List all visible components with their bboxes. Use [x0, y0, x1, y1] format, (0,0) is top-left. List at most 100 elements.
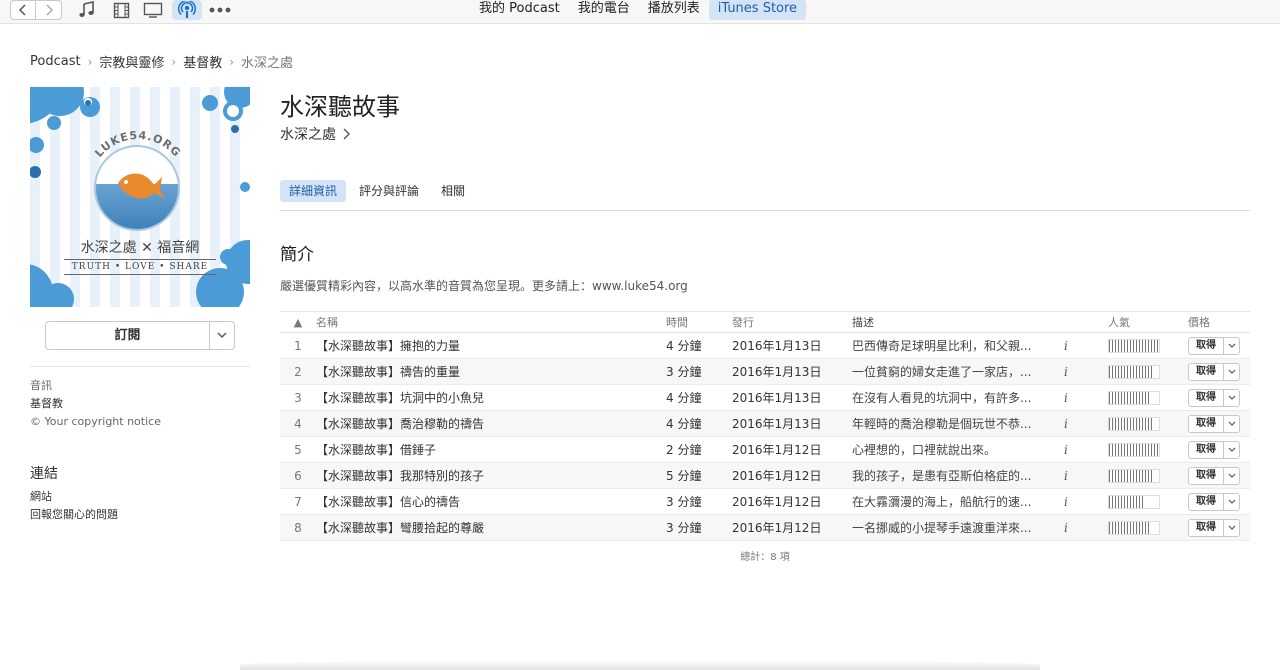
get-button[interactable]: 取得	[1188, 466, 1240, 485]
breadcrumb-item-christianity[interactable]: 基督教	[183, 52, 222, 71]
chevron-right-icon: ›	[87, 54, 93, 69]
info-icon[interactable]: i	[1058, 495, 1068, 509]
tab-my-podcasts[interactable]: 我的 Podcast	[470, 0, 569, 20]
artist-link[interactable]: 水深之處	[280, 124, 350, 144]
popularity-fill	[1109, 469, 1154, 482]
header-name[interactable]: 名稱	[316, 311, 666, 333]
subscribe-button[interactable]: 訂閱	[45, 321, 235, 350]
breadcrumb: Podcast › 宗教與靈修 › 基督教 › 水深之處	[30, 52, 293, 71]
get-dropdown[interactable]	[1223, 389, 1239, 406]
forward-button[interactable]	[36, 0, 62, 20]
popularity-fill	[1109, 443, 1159, 456]
forward-arrow-icon	[45, 4, 53, 16]
podcasts-button[interactable]	[172, 0, 202, 20]
header-description[interactable]: 描述	[852, 311, 1058, 333]
intro-text: 嚴選優質精彩內容，以高水準的音質為您呈現。更多請上：www.luke54.org	[280, 279, 688, 293]
get-button[interactable]: 取得	[1188, 336, 1240, 355]
get-dropdown[interactable]	[1223, 363, 1239, 380]
header-date[interactable]: 發行	[732, 311, 852, 333]
table-row[interactable]: 7 【水深聽故事】信心的禱告 3 分鐘 2016年1月12日 在大霧瀰漫的海上，船航行的…	[280, 488, 1250, 515]
episode-name[interactable]: 【水深聽故事】信心的禱告	[316, 488, 666, 515]
table-row[interactable]: 1 【水深聽故事】擁抱的力量 4 分鐘 2016年1月13日 巴西傳奇足球明星比利，和父…	[280, 332, 1250, 359]
info-icon[interactable]: i	[1058, 521, 1068, 535]
table-row[interactable]: 4 【水深聽故事】喬治穆勒的禱告 4 分鐘 2016年1月13日 年輕時的喬治穆勒是個玩…	[280, 410, 1250, 437]
get-button[interactable]: 取得	[1188, 388, 1240, 407]
sidebar-links: 網站 回報您關心的問題	[30, 488, 118, 524]
info-category[interactable]: 基督教	[30, 395, 161, 413]
info-icon[interactable]: i	[1058, 417, 1068, 431]
get-button[interactable]: 取得	[1188, 518, 1240, 537]
episode-name[interactable]: 【水深聽故事】喬治穆勒的禱告	[316, 410, 666, 437]
episode-description: 在大霧瀰漫的海上，船航行的速...	[852, 488, 1058, 515]
get-dropdown[interactable]	[1223, 467, 1239, 484]
popularity-bar	[1108, 520, 1160, 535]
tv-button[interactable]	[142, 0, 164, 20]
tab-details[interactable]: 詳細資訊	[280, 180, 347, 202]
popularity-fill	[1109, 391, 1149, 404]
header-time[interactable]: 時間	[666, 311, 732, 333]
get-dropdown[interactable]	[1223, 415, 1239, 432]
table-row[interactable]: 3 【水深聽故事】坑洞中的小魚兒 4 分鐘 2016年1月13日 在沒有人看見的坑洞中，…	[280, 384, 1250, 411]
popularity-fill	[1109, 339, 1159, 352]
get-dropdown[interactable]	[1223, 441, 1239, 458]
episode-name[interactable]: 【水深聽故事】我那特別的孩子	[316, 462, 666, 489]
header-price[interactable]: 價格	[1188, 311, 1250, 333]
tab-playlists[interactable]: 播放列表	[639, 0, 709, 20]
episode-number: 3	[280, 384, 316, 411]
get-dropdown[interactable]	[1223, 493, 1239, 510]
episode-name[interactable]: 【水深聽故事】彎腰拾起的尊嚴	[316, 514, 666, 541]
get-button[interactable]: 取得	[1188, 492, 1240, 511]
info-icon[interactable]: i	[1058, 469, 1068, 483]
table-row[interactable]: 2 【水深聽故事】禱告的重量 3 分鐘 2016年1月13日 一位貧窮的婦女走進了一家店…	[280, 358, 1250, 385]
episode-duration: 4 分鐘	[666, 384, 732, 411]
episode-duration: 2 分鐘	[666, 436, 732, 463]
info-icon[interactable]: i	[1058, 391, 1068, 405]
header-popularity[interactable]: 人氣	[1108, 311, 1188, 333]
back-button[interactable]	[10, 0, 36, 20]
tv-icon	[143, 2, 163, 18]
sort-ascending-icon[interactable]: ▲	[280, 311, 316, 333]
get-button[interactable]: 取得	[1188, 440, 1240, 459]
info-icon[interactable]: i	[1058, 365, 1068, 379]
episode-name[interactable]: 【水深聽故事】擁抱的力量	[316, 332, 666, 359]
link-website[interactable]: 網站	[30, 488, 118, 506]
tab-ratings-reviews[interactable]: 評分與評論	[350, 180, 428, 202]
sidebar-info: 音訊 基督教 © Your copyright notice	[30, 377, 161, 431]
tab-related[interactable]: 相關	[432, 180, 474, 202]
movies-button[interactable]	[110, 0, 132, 20]
get-dropdown[interactable]	[1223, 337, 1239, 354]
breadcrumb-item-podcast[interactable]: Podcast	[30, 54, 81, 69]
info-icon[interactable]: i	[1058, 339, 1068, 353]
chevron-down-icon	[217, 332, 227, 338]
episode-description: 巴西傳奇足球明星比利，和父親...	[852, 332, 1058, 359]
get-button[interactable]: 取得	[1188, 414, 1240, 433]
table-row[interactable]: 5 【水深聽故事】借錘子 2 分鐘 2016年1月12日 心裡想的，口裡就說出來。 i 取得	[280, 436, 1250, 463]
episode-duration: 4 分鐘	[666, 332, 732, 359]
tab-itunes-store[interactable]: iTunes Store	[708, 0, 807, 20]
popularity-bar	[1108, 390, 1160, 405]
get-label: 取得	[1196, 417, 1216, 429]
episode-name[interactable]: 【水深聽故事】禱告的重量	[316, 358, 666, 385]
podcast-artwork[interactable]: LUKE54.ORG 水深之處 ✕ 福音網 TRUTH • LOVE • SHA…	[30, 87, 250, 307]
table-row[interactable]: 6 【水深聽故事】我那特別的孩子 5 分鐘 2016年1月12日 我的孩子，是患有亞斯伯…	[280, 462, 1250, 489]
episode-duration: 4 分鐘	[666, 410, 732, 437]
episode-name[interactable]: 【水深聽故事】坑洞中的小魚兒	[316, 384, 666, 411]
info-icon[interactable]: i	[1058, 443, 1068, 457]
chevron-right-icon: ›	[171, 54, 177, 69]
episode-release-date: 2016年1月12日	[732, 436, 852, 463]
subscribe-dropdown[interactable]	[209, 322, 234, 349]
info-type: 音訊	[30, 379, 52, 392]
episode-release-date: 2016年1月12日	[732, 462, 852, 489]
music-button[interactable]	[76, 0, 98, 20]
more-button[interactable]	[208, 0, 232, 20]
link-report-concern[interactable]: 回報您關心的問題	[30, 506, 118, 524]
breadcrumb-item-religion[interactable]: 宗教與靈修	[99, 52, 164, 71]
episode-name[interactable]: 【水深聽故事】借錘子	[316, 436, 666, 463]
get-button[interactable]: 取得	[1188, 362, 1240, 381]
tab-my-stations[interactable]: 我的電台	[569, 0, 639, 20]
table-row[interactable]: 8 【水深聽故事】彎腰拾起的尊嚴 3 分鐘 2016年1月12日 一名挪威的小提琴手遠渡…	[280, 514, 1250, 541]
get-label: 取得	[1196, 443, 1216, 455]
episode-number: 2	[280, 358, 316, 385]
get-dropdown[interactable]	[1223, 519, 1239, 536]
episode-description: 一位貧窮的婦女走進了一家店，...	[852, 358, 1058, 385]
